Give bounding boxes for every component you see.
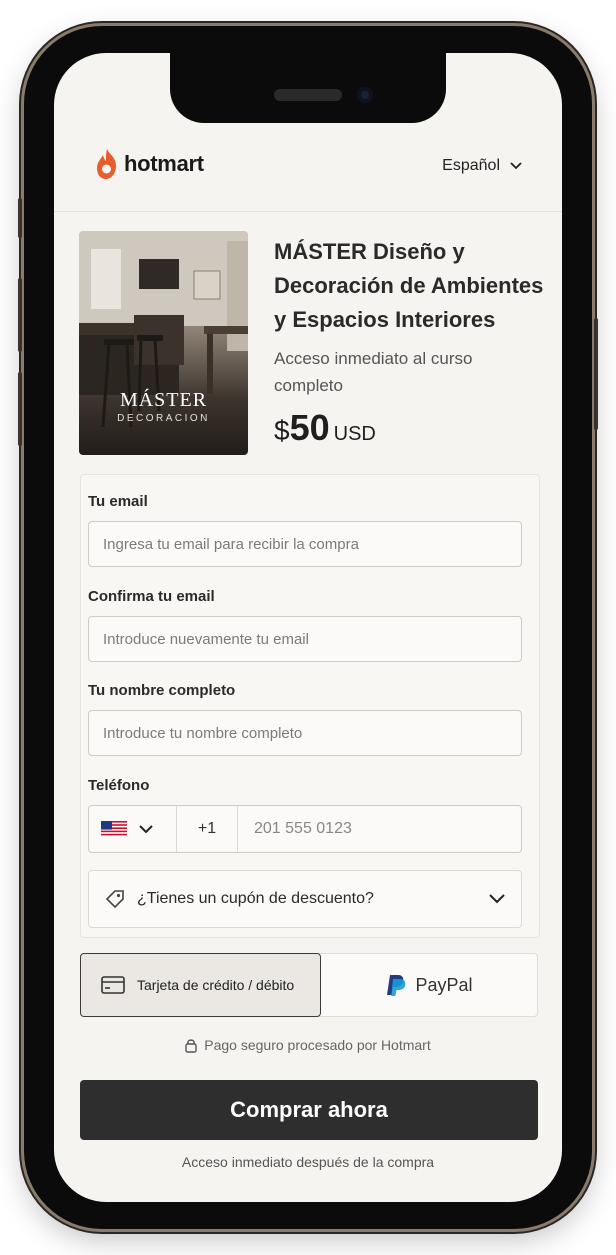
logo-text: hotmart [124, 151, 204, 176]
phone-frame: hotmart Español MÁSTER DECORACION MÁSTER… [18, 26, 598, 1229]
language-selector[interactable]: Español [442, 157, 522, 175]
phone-field[interactable] [238, 806, 521, 852]
confirm-email-label: Confirma tu email [88, 588, 215, 605]
hotmart-logo[interactable]: hotmart [94, 148, 204, 180]
product-subtitle: Acceso inmediato al curso completo [274, 349, 473, 395]
mute-switch [18, 198, 22, 238]
thumbnail-subtitle: DECORACION [117, 413, 210, 424]
chevron-down-icon [139, 824, 153, 833]
country-selector[interactable] [89, 806, 177, 852]
tab-card-payment[interactable]: Tarjeta de crédito / débito [80, 953, 321, 1017]
full-name-field[interactable] [88, 710, 522, 756]
checkout-header: hotmart Español [54, 143, 562, 212]
dial-code: +1 [177, 806, 238, 852]
checkout-form: Tu email Confirma tu email Tu nombre com… [80, 474, 540, 938]
language-label: Español [442, 157, 500, 174]
tag-icon [105, 890, 124, 909]
confirm-email-field[interactable] [88, 616, 522, 662]
tab-paypal[interactable]: PayPal [321, 954, 537, 1016]
email-field[interactable] [88, 521, 522, 567]
full-name-label: Tu nombre completo [88, 682, 236, 699]
price-currency-code: USD [333, 423, 376, 445]
speaker-grille [274, 89, 342, 101]
paypal-label: PayPal [415, 974, 473, 995]
coupon-label: ¿Tienes un cupón de descuento? [137, 890, 374, 907]
price-amount: 50 [289, 407, 330, 448]
product-title: MÁSTER Diseño y Decoración de Ambientes … [274, 239, 544, 332]
power-button [594, 318, 598, 430]
credit-card-icon [101, 976, 125, 994]
front-camera [357, 87, 373, 103]
secure-text: Pago seguro procesado por Hotmart [204, 1037, 431, 1053]
secure-payment-note: Pago seguro procesado por Hotmart [54, 1037, 562, 1053]
phone-label: Teléfono [88, 777, 150, 794]
product-thumbnail: MÁSTER DECORACION [79, 231, 248, 455]
coupon-toggle[interactable]: ¿Tienes un cupón de descuento? [88, 870, 522, 928]
buy-now-button[interactable]: Comprar ahora [80, 1080, 538, 1140]
us-flag-icon [101, 821, 127, 837]
payment-methods: Tarjeta de crédito / débito PayPal [80, 953, 538, 1017]
chevron-down-icon [510, 162, 522, 170]
price-currency-symbol: $ [274, 415, 290, 446]
volume-up-button [18, 278, 22, 352]
screen: hotmart Español MÁSTER DECORACION MÁSTER… [54, 53, 562, 1202]
card-payment-label: Tarjeta de crédito / débito [137, 977, 295, 993]
thumbnail-title: MÁSTER [119, 389, 208, 411]
volume-down-button [18, 372, 22, 446]
phone-input-group: +1 [88, 805, 522, 853]
paypal-icon [387, 975, 406, 996]
email-label: Tu email [88, 493, 148, 510]
flame-icon [97, 149, 116, 179]
chevron-down-icon [489, 894, 505, 904]
product-price: $50 USD [274, 407, 376, 449]
access-note: Acceso inmediato después de la compra [181, 1154, 435, 1170]
lock-icon [185, 1038, 197, 1053]
notch [170, 53, 446, 123]
